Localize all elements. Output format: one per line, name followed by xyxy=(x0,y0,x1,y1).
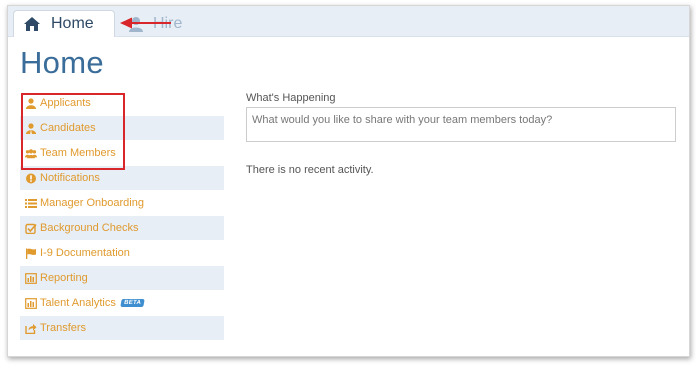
tab-home-label: Home xyxy=(51,15,94,32)
bar-chart-icon xyxy=(25,272,37,284)
sidebar-item-label: Talent Analytics xyxy=(40,297,116,309)
exclamation-circle-icon xyxy=(26,173,36,183)
sidebar-item-label: I-9 Documentation xyxy=(40,247,130,259)
home-icon xyxy=(24,17,40,31)
sidebar-item-label: Applicants xyxy=(40,97,91,109)
sidebar-item-label: Background Checks xyxy=(40,222,139,234)
bar-chart-icon xyxy=(25,297,37,309)
sidebar-item-transfers[interactable]: Transfers xyxy=(20,316,224,341)
sidebar-item-label: Candidates xyxy=(40,122,96,134)
sidebar-item-reporting[interactable]: Reporting xyxy=(20,266,224,291)
sidebar-item-applicants[interactable]: Applicants xyxy=(20,91,224,116)
sidebar-item-label: Manager Onboarding xyxy=(40,197,144,209)
share-icon xyxy=(25,323,37,334)
list-icon xyxy=(25,198,37,208)
sidebar-nav: Applicants Candidates Team Members Notif… xyxy=(20,91,224,341)
flag-icon xyxy=(26,248,36,259)
sidebar-item-i9-documentation[interactable]: I-9 Documentation xyxy=(20,241,224,266)
feed-heading: What's Happening xyxy=(246,92,336,104)
sidebar-item-talent-analytics[interactable]: Talent Analytics BETA xyxy=(20,291,224,316)
empty-activity-message: There is no recent activity. xyxy=(246,164,374,176)
share-input[interactable] xyxy=(246,107,676,142)
sidebar-item-candidates[interactable]: Candidates xyxy=(20,116,224,141)
sidebar-item-label: Reporting xyxy=(40,272,88,284)
sidebar-item-label: Team Members xyxy=(40,147,116,159)
beta-badge: BETA xyxy=(120,299,145,307)
sidebar-item-background-checks[interactable]: Background Checks xyxy=(20,216,224,241)
group-icon xyxy=(25,148,37,158)
sidebar-item-label: Notifications xyxy=(40,172,100,184)
person-icon xyxy=(26,97,36,109)
app-window: Home Hire Home Applicants Candidates Tea… xyxy=(7,5,690,357)
sidebar-item-team-members[interactable]: Team Members xyxy=(20,141,224,166)
annotation-arrow-icon xyxy=(120,17,171,29)
checkbox-icon xyxy=(25,223,37,234)
person-tie-icon xyxy=(26,122,36,134)
page-title: Home xyxy=(20,45,104,80)
sidebar-item-label: Transfers xyxy=(40,322,87,334)
tab-home[interactable]: Home xyxy=(13,10,115,37)
sidebar-item-notifications[interactable]: Notifications xyxy=(20,166,224,191)
tab-bar: Home Hire xyxy=(8,6,689,37)
sidebar-item-manager-onboarding[interactable]: Manager Onboarding xyxy=(20,191,224,216)
